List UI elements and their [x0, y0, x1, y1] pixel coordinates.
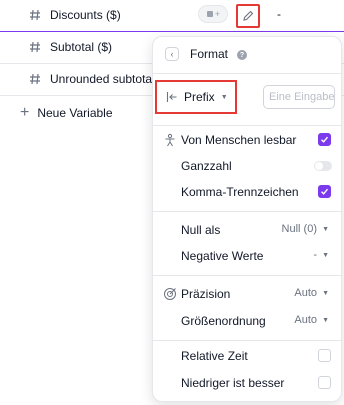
format-popup: ‹ Format ? Prefix ▼ Von Menschen lesbar … — [152, 36, 342, 402]
option-label: Von Menschen lesbar — [181, 133, 297, 147]
option-label: Ganzzahl — [181, 159, 232, 173]
divider — [153, 125, 341, 126]
format-popup-header: ‹ Format ? — [153, 37, 341, 71]
divider — [153, 340, 341, 341]
edit-format-button[interactable] — [236, 4, 260, 28]
chevron-down-icon: ▼ — [322, 226, 329, 233]
toggle-knob — [315, 162, 323, 170]
help-icon[interactable]: ? — [237, 50, 247, 60]
option-relative-time[interactable]: Relative Zeit — [153, 345, 341, 367]
divider — [153, 73, 341, 74]
checkmark-icon — [321, 136, 329, 143]
option-integer[interactable]: Ganzzahl — [153, 155, 341, 177]
chevron-down-icon: ▼ — [322, 290, 329, 297]
variable-value: - — [277, 7, 281, 21]
add-variable-label: Neue Variable — [37, 106, 113, 120]
person-icon — [165, 133, 175, 147]
chip-label: + — [214, 9, 221, 19]
option-thousands-separator[interactable]: Komma-Trennzeichen — [153, 181, 341, 203]
add-variable-button[interactable]: + Neue Variable — [20, 103, 113, 123]
back-button[interactable]: ‹ — [165, 47, 179, 61]
chevron-left-icon: ‹ — [170, 49, 174, 59]
target-icon — [164, 288, 176, 300]
human-readable-checkbox[interactable] — [318, 133, 331, 146]
option-precision[interactable]: Präzision Auto ▼ — [153, 283, 341, 305]
chevron-down-icon: ▼ — [322, 317, 329, 324]
prefix-input[interactable] — [263, 85, 335, 109]
hash-icon — [30, 41, 40, 53]
hash-icon — [30, 9, 40, 21]
checkmark-icon — [321, 188, 329, 195]
magnitude-value: Auto — [294, 314, 317, 326]
plus-icon: + — [20, 104, 30, 121]
negative-values-value: - — [313, 249, 317, 261]
option-label: Relative Zeit — [181, 349, 248, 363]
option-lower-is-better[interactable]: Niedriger ist besser — [153, 372, 341, 394]
prefix-dropdown[interactable]: Prefix ▼ — [155, 80, 237, 114]
popup-title: Format — [190, 47, 229, 61]
null-as-value: Null (0) — [281, 223, 317, 235]
lower-is-better-checkbox[interactable] — [318, 376, 331, 389]
copy-icon — [206, 11, 213, 17]
chevron-down-icon: ▼ — [220, 93, 228, 101]
divider — [153, 275, 341, 276]
variable-name: Unrounded subtotal ( — [50, 72, 163, 86]
pencil-icon — [243, 10, 254, 21]
option-label: Komma-Trennzeichen — [181, 185, 299, 199]
prefix-label: Prefix — [184, 90, 215, 104]
hash-icon — [30, 73, 40, 85]
variable-name: Subtotal ($) — [50, 40, 113, 54]
thousands-separator-checkbox[interactable] — [318, 185, 331, 198]
precision-value: Auto — [294, 287, 317, 299]
variable-row-discounts[interactable]: Discounts ($) + - — [0, 0, 344, 32]
option-label: Niedriger ist besser — [181, 376, 285, 390]
chevron-down-icon: ▼ — [322, 252, 329, 259]
option-human-readable[interactable]: Von Menschen lesbar — [153, 129, 341, 151]
integer-toggle[interactable] — [314, 161, 332, 171]
relative-time-checkbox[interactable] — [318, 349, 331, 362]
variable-type-chip[interactable]: + — [198, 5, 228, 23]
option-null-as[interactable]: Null als Null (0) ▼ — [153, 219, 341, 241]
divider — [153, 211, 341, 212]
option-negative-values[interactable]: Negative Werte - ▼ — [153, 245, 341, 267]
align-left-icon — [166, 92, 177, 102]
option-magnitude[interactable]: Größenordnung Auto ▼ — [153, 310, 341, 332]
option-label: Null als — [181, 223, 221, 237]
option-label: Größenordnung — [181, 314, 266, 328]
variable-name: Discounts ($) — [50, 8, 121, 22]
option-label: Negative Werte — [181, 249, 264, 263]
option-label: Präzision — [181, 287, 231, 301]
